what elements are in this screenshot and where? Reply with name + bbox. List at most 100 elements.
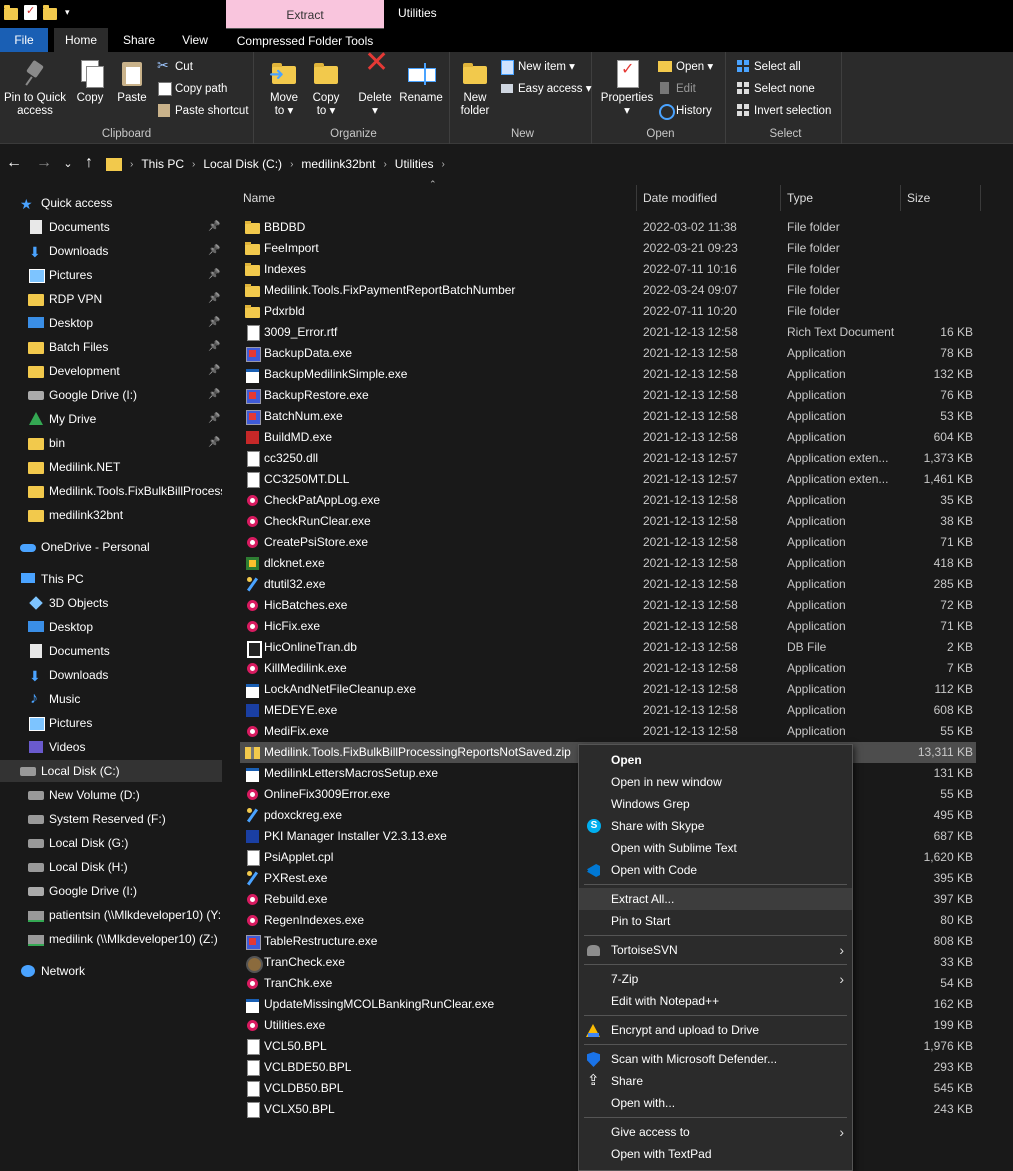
recent-locations-chevron-icon[interactable]: ⌄	[58, 157, 78, 170]
sidebar-item[interactable]: Local Disk (G:)	[0, 832, 222, 854]
tab-compressed-folder-tools[interactable]: Compressed Folder Tools	[226, 28, 384, 52]
breadcrumb-separator-icon[interactable]: ›	[130, 159, 133, 170]
open-button[interactable]: Open ▾	[658, 58, 713, 76]
file-row[interactable]: BackupData.exe 2021-12-13 12:58 Applicatio…	[240, 343, 976, 364]
invert-selection-button[interactable]: Invert selection	[736, 102, 831, 120]
file-row[interactable]: HicFix.exe 2021-12-13 12:58 Application 71 …	[240, 616, 976, 637]
sidebar-item[interactable]: Local Disk (C:)	[0, 760, 222, 782]
file-row[interactable]: HicBatches.exe 2021-12-13 12:58 Applicatio…	[240, 595, 976, 616]
context-menu-item[interactable]: Share with Skype	[579, 815, 852, 837]
move-to-button[interactable]: ➜ Move to ▾	[264, 58, 304, 118]
context-menu-item[interactable]: TortoiseSVN ›	[579, 939, 852, 961]
select-none-button[interactable]: Select none	[736, 80, 815, 98]
file-row[interactable]: Indexes 2022-07-11 10:16 File folder	[240, 259, 976, 280]
address-bar[interactable]: › This PC › Local Disk (C:) › medilink32…	[100, 151, 1013, 177]
sidebar-item[interactable]: RDP VPN 📌	[0, 288, 222, 310]
context-menu-item[interactable]: Share	[579, 1070, 852, 1092]
sidebar-item[interactable]: Quick access	[0, 192, 222, 215]
pin-to-quick-access-button[interactable]: Pin to Quick access	[2, 58, 68, 118]
sidebar-item[interactable]: Network	[0, 960, 222, 982]
copy-path-button[interactable]: Copy path	[157, 80, 227, 98]
paste-button[interactable]: Paste	[113, 58, 151, 105]
file-row[interactable]: BackupRestore.exe 2021-12-13 12:58 Applica…	[240, 385, 976, 406]
sidebar-item[interactable]: medilink (\\Mlkdeveloper10) (Z:)	[0, 928, 222, 950]
tab-share[interactable]: Share	[112, 28, 166, 52]
context-menu-item[interactable]: 7-Zip ›	[579, 968, 852, 990]
sidebar-item[interactable]: Music	[0, 688, 222, 710]
breadcrumb-separator-icon[interactable]: ›	[192, 159, 195, 170]
file-row[interactable]: dtutil32.exe 2021-12-13 12:58 Application 2…	[240, 574, 976, 595]
breadcrumb-separator-icon[interactable]: ›	[383, 159, 386, 170]
sidebar-item[interactable]: Desktop 📌	[0, 312, 222, 334]
tab-view[interactable]: View	[168, 28, 222, 52]
sidebar-item[interactable]: Downloads	[0, 664, 222, 687]
breadcrumb-separator-icon[interactable]: ›	[290, 159, 293, 170]
context-menu-item[interactable]: Windows Grep	[579, 793, 852, 815]
copy-to-button[interactable]: Copy to ▾	[306, 58, 346, 118]
column-header-name[interactable]: Name	[237, 185, 637, 211]
sidebar-item[interactable]: patientsin (\\Mlkdeveloper10) (Y:	[0, 904, 222, 926]
properties-button[interactable]: Properties ▾	[598, 58, 656, 118]
context-menu-item[interactable]: Encrypt and upload to Drive	[579, 1019, 852, 1041]
copy-button[interactable]: Copy	[72, 58, 108, 105]
sidebar-item[interactable]: Google Drive (I:) 📌	[0, 384, 222, 406]
forward-arrow-icon[interactable]: →	[34, 154, 54, 172]
sidebar-item[interactable]: medilink32bnt	[0, 504, 222, 526]
breadcrumb-medilink32bnt[interactable]: medilink32bnt	[301, 157, 375, 171]
context-tab-header[interactable]: Extract	[226, 0, 384, 28]
context-menu-item[interactable]: Open with...	[579, 1092, 852, 1114]
sidebar-item[interactable]: OneDrive - Personal	[0, 536, 222, 558]
file-row[interactable]: BatchNum.exe 2021-12-13 12:58 Application 5…	[240, 406, 976, 427]
file-row[interactable]: MEDEYE.exe 2021-12-13 12:58 Application 608…	[240, 700, 976, 721]
sidebar-item[interactable]: Videos	[0, 736, 222, 758]
context-menu-item[interactable]: Open with Code	[579, 859, 852, 881]
sidebar-item[interactable]: Documents 📌	[0, 216, 222, 238]
file-row[interactable]: Medilink.Tools.FixPaymentReportBatchNumb…	[240, 280, 976, 301]
sidebar-item[interactable]: New Volume (D:)	[0, 784, 222, 806]
delete-button[interactable]: Delete ▾	[355, 56, 395, 118]
file-row[interactable]: Pdxrbld 2022-07-11 10:20 File folder	[240, 301, 976, 322]
sidebar-item[interactable]: Medilink.Tools.FixBulkBillProcess	[0, 480, 222, 502]
file-row[interactable]: KillMedilink.exe 2021-12-13 12:58 Applicat…	[240, 658, 976, 679]
column-header-size[interactable]: Size	[901, 185, 981, 211]
sidebar-item[interactable]: System Reserved (F:)	[0, 808, 222, 830]
new-item-button[interactable]: New item ▾	[500, 58, 575, 76]
back-arrow-icon[interactable]: ←	[4, 154, 24, 172]
cut-button[interactable]: Cut	[157, 56, 193, 76]
file-row[interactable]: CheckPatAppLog.exe 2021-12-13 12:58 Applic…	[240, 490, 976, 511]
sidebar-item[interactable]: Medilink.NET	[0, 456, 222, 478]
sidebar-item[interactable]: Pictures	[0, 712, 222, 734]
context-menu-item[interactable]: Extract All...	[579, 888, 852, 910]
rename-button[interactable]: Rename	[396, 58, 446, 105]
context-menu-item[interactable]: Open with TextPad	[579, 1143, 852, 1165]
file-row[interactable]: MediFix.exe 2021-12-13 12:58 Application 55…	[240, 721, 976, 742]
breadcrumb-utilities[interactable]: Utilities	[395, 157, 434, 171]
breadcrumb-local-disk[interactable]: Local Disk (C:)	[203, 157, 282, 171]
file-row[interactable]: BackupMedilinkSimple.exe 2021-12-13 12:58…	[240, 364, 976, 385]
column-header-date[interactable]: Date modified	[637, 185, 781, 211]
sidebar-item[interactable]: bin 📌	[0, 432, 222, 454]
context-menu-item[interactable]: Open with Sublime Text	[579, 837, 852, 859]
context-menu-item[interactable]: Edit with Notepad++	[579, 990, 852, 1012]
edit-button[interactable]: Edit	[658, 80, 696, 98]
file-row[interactable]: 3009_Error.rtf 2021-12-13 12:58 Rich Text …	[240, 322, 976, 343]
sidebar-item[interactable]: This PC	[0, 568, 222, 590]
context-menu-item[interactable]: Pin to Start	[579, 910, 852, 932]
file-row[interactable]: cc3250.dll 2021-12-13 12:57 Application ex…	[240, 448, 976, 469]
breadcrumb-separator-icon[interactable]: ›	[441, 159, 444, 170]
breadcrumb-this-pc[interactable]: This PC	[141, 157, 184, 171]
sidebar-item[interactable]: Batch Files 📌	[0, 336, 222, 358]
tab-file[interactable]: File	[0, 28, 48, 52]
file-row[interactable]: CheckRunClear.exe 2021-12-13 12:58 Applica…	[240, 511, 976, 532]
file-row[interactable]: BuildMD.exe 2021-12-13 12:58 Application 60…	[240, 427, 976, 448]
sidebar-item[interactable]: Pictures 📌	[0, 264, 222, 286]
file-row[interactable]: CreatePsiStore.exe 2021-12-13 12:58 Applic…	[240, 532, 976, 553]
sidebar-item[interactable]: Development 📌	[0, 360, 222, 382]
context-menu-item[interactable]: Open in new window	[579, 771, 852, 793]
sidebar-item[interactable]: Google Drive (I:)	[0, 880, 222, 902]
file-row[interactable]: BBDBD 2022-03-02 11:38 File folder	[240, 217, 976, 238]
customize-toolbar-icon[interactable]: ▾	[65, 7, 70, 18]
up-arrow-icon[interactable]: ↑	[79, 154, 99, 172]
context-menu-item[interactable]: Give access to ›	[579, 1121, 852, 1143]
sidebar-item[interactable]: Downloads 📌	[0, 240, 222, 263]
